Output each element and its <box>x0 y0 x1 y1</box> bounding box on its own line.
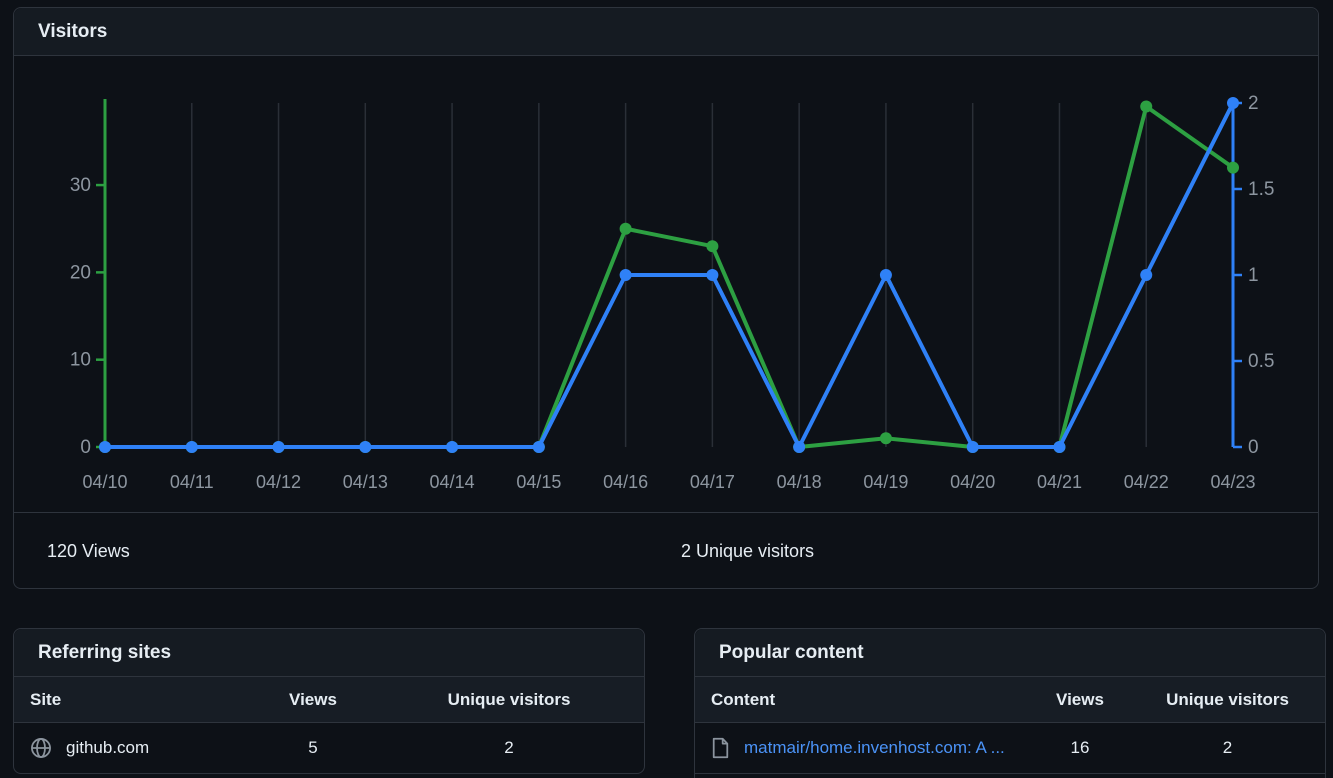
svg-text:04/20: 04/20 <box>950 472 995 492</box>
visitors-panel: Visitors 0 10 20 30 0 0.5 1 1.5 2 04/10 04/11 04/12… <box>13 7 1319 589</box>
svg-text:04/21: 04/21 <box>1037 472 1082 492</box>
table-row: github.com 5 2 <box>14 723 644 773</box>
svg-text:04/22: 04/22 <box>1124 472 1169 492</box>
referring-sites-table-header: Site Views Unique visitors <box>14 677 644 723</box>
svg-text:20: 20 <box>70 262 91 283</box>
svg-text:04/10: 04/10 <box>82 472 127 492</box>
popular-content-header: Popular content <box>695 629 1325 677</box>
total-unique-visitors-label: 2 Unique visitors <box>681 541 814 562</box>
svg-text:30: 30 <box>70 175 91 196</box>
popular-content-panel: Popular content Content Views Unique vis… <box>694 628 1326 778</box>
svg-text:1.5: 1.5 <box>1248 179 1274 200</box>
column-unique-visitors: Unique visitors <box>1130 690 1325 710</box>
column-views: Views <box>1030 690 1130 710</box>
svg-text:10: 10 <box>70 350 91 371</box>
svg-text:04/11: 04/11 <box>170 472 214 492</box>
referring-site-name: github.com <box>66 738 149 758</box>
svg-text:04/12: 04/12 <box>256 472 301 492</box>
svg-text:04/18: 04/18 <box>777 472 822 492</box>
visitors-title: Visitors <box>38 21 107 43</box>
svg-text:0: 0 <box>80 437 91 458</box>
svg-text:2: 2 <box>1248 93 1259 114</box>
visitors-panel-header: Visitors <box>14 8 1318 56</box>
popular-content-table-header: Content Views Unique visitors <box>695 677 1325 723</box>
visitors-traffic-chart[interactable]: 0 10 20 30 0 0.5 1 1.5 2 04/10 04/11 04/12 04/13 04/1… <box>14 56 1318 512</box>
popular-content-title: Popular content <box>719 642 864 664</box>
referring-sites-header: Referring sites <box>14 629 644 677</box>
next-row-divider <box>695 773 1325 778</box>
svg-text:04/19: 04/19 <box>863 472 908 492</box>
column-unique-visitors: Unique visitors <box>374 690 644 710</box>
svg-text:04/15: 04/15 <box>516 472 561 492</box>
globe-icon <box>30 737 52 759</box>
svg-text:04/13: 04/13 <box>343 472 388 492</box>
column-content: Content <box>695 690 1030 710</box>
svg-text:1: 1 <box>1248 265 1259 286</box>
svg-text:04/23: 04/23 <box>1210 472 1255 492</box>
table-row: matmair/home.invenhost.com: A ... 16 2 <box>695 723 1325 773</box>
total-views-label: 120 Views <box>47 541 130 562</box>
unique-visitors-line <box>105 103 1233 447</box>
site-views-value: 5 <box>252 738 374 758</box>
content-views-value: 16 <box>1030 738 1130 758</box>
svg-text:04/14: 04/14 <box>430 472 475 492</box>
referring-sites-panel: Referring sites Site Views Unique visito… <box>13 628 645 774</box>
site-unique-value: 2 <box>374 738 644 758</box>
content-unique-value: 2 <box>1130 738 1325 758</box>
svg-text:04/17: 04/17 <box>690 472 735 492</box>
column-views: Views <box>252 690 374 710</box>
referring-sites-title: Referring sites <box>38 642 171 664</box>
popular-content-link[interactable]: matmair/home.invenhost.com: A ... <box>744 738 1005 758</box>
svg-text:04/16: 04/16 <box>603 472 648 492</box>
visitors-summary-bar: 120 Views 2 Unique visitors <box>14 512 1318 588</box>
svg-text:0.5: 0.5 <box>1248 351 1274 372</box>
column-site: Site <box>14 690 252 710</box>
file-icon <box>711 737 730 759</box>
svg-text:0: 0 <box>1248 437 1259 458</box>
